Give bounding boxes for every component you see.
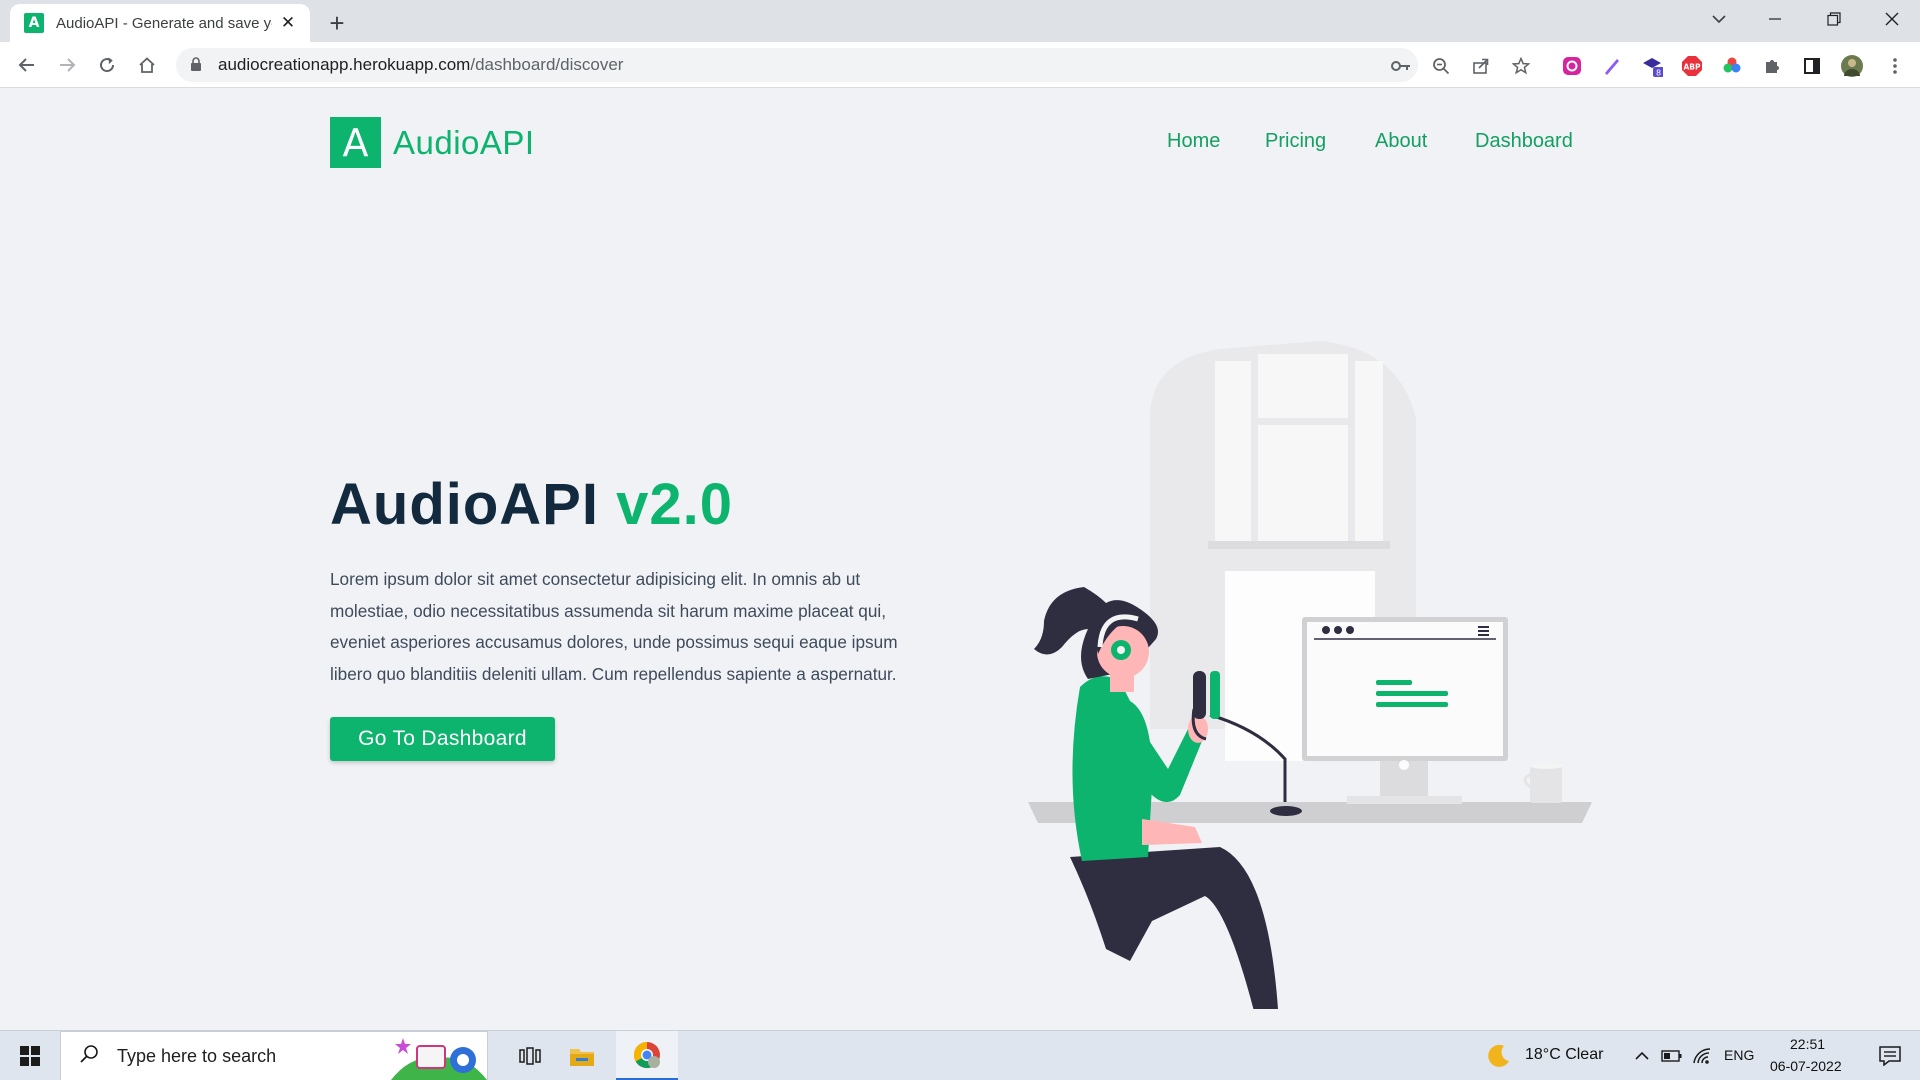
window-sill [1208, 541, 1390, 549]
hero-title-main: AudioAPI [330, 472, 617, 537]
cap-extension-icon[interactable]: 8 [1641, 55, 1663, 77]
tab-favicon: A [24, 13, 44, 33]
extension-badge-count: 8 [1656, 69, 1661, 78]
url-path: /dashboard/discover [470, 55, 624, 74]
close-tab-icon[interactable]: ✕ [278, 13, 298, 33]
browser-tab-strip: A AudioAPI - Generate and save yo ✕ + [0, 0, 1920, 42]
adblock-label: ABP [1683, 63, 1701, 72]
chrome-menu-icon[interactable] [1884, 55, 1906, 77]
window-pane-mid-lower [1258, 425, 1348, 541]
hero-title: AudioAPI v2.0 [330, 471, 733, 538]
instagram-extension-icon[interactable] [1561, 55, 1583, 77]
wifi-icon[interactable] [1690, 1031, 1714, 1080]
url-text[interactable]: audiocreationapp.herokuapp.com/dashboard… [218, 55, 623, 75]
minimize-icon[interactable] [1755, 0, 1795, 38]
new-tab-icon[interactable]: + [322, 8, 352, 38]
home-icon[interactable] [132, 50, 162, 80]
task-view-icon[interactable] [504, 1031, 556, 1080]
nav-home[interactable]: Home [1167, 130, 1220, 153]
legs [1070, 847, 1278, 1009]
go-to-dashboard-button[interactable]: Go To Dashboard [330, 717, 555, 761]
address-bar[interactable]: audiocreationapp.herokuapp.com/dashboard… [176, 48, 1530, 82]
adblock-extension-icon[interactable]: ABP [1681, 55, 1703, 77]
site-logo[interactable]: A AudioAPI [330, 117, 535, 168]
clock-time[interactable]: 22:51 [1790, 1036, 1825, 1052]
side-panel-icon[interactable] [1801, 55, 1823, 77]
hero-title-version: v2.0 [616, 472, 733, 537]
battery-icon[interactable] [1660, 1031, 1684, 1080]
nav-dashboard[interactable]: Dashboard [1475, 130, 1573, 153]
extensions-puzzle-icon[interactable] [1761, 55, 1783, 77]
clock-date[interactable]: 06-07-2022 [1770, 1058, 1842, 1074]
bookmark-star-icon[interactable] [1510, 55, 1532, 77]
language-indicator[interactable]: ENG [1724, 1047, 1754, 1063]
windows-start-icon[interactable] [0, 1031, 60, 1080]
forward-icon[interactable] [52, 50, 82, 80]
nav-about[interactable]: About [1375, 130, 1427, 153]
reload-icon[interactable] [92, 50, 122, 80]
nav-pricing[interactable]: Pricing [1265, 130, 1326, 153]
monitor-screen [1307, 622, 1503, 756]
file-explorer-icon[interactable] [556, 1031, 608, 1080]
window-pane-right [1355, 361, 1383, 541]
search-placeholder: Type here to search [117, 1045, 277, 1066]
window-pane-left [1215, 361, 1251, 541]
show-hidden-icons-icon[interactable] [1632, 1031, 1652, 1080]
browser-tab[interactable]: A AudioAPI - Generate and save yo ✕ [10, 4, 310, 42]
profile-avatar[interactable] [1841, 55, 1863, 77]
color-picker-extension-icon[interactable] [1721, 55, 1743, 77]
tab-title: AudioAPI - Generate and save yo [56, 14, 272, 32]
search-icon [79, 1044, 99, 1069]
notifications-icon[interactable] [1866, 1031, 1914, 1080]
logo-text: AudioAPI [393, 123, 535, 161]
lock-icon[interactable] [190, 57, 202, 77]
hero-description: Lorem ipsum dolor sit amet consectetur a… [330, 569, 898, 684]
podcast-illustration [1028, 341, 1592, 1009]
url-host: audiocreationapp.herokuapp.com [218, 55, 471, 74]
web-page: A AudioAPI Home Pricing About Dashboard … [0, 89, 1920, 1030]
chrome-taskbar-icon[interactable] [616, 1031, 678, 1080]
key-icon[interactable] [1390, 55, 1412, 77]
window-pane-mid [1258, 354, 1348, 418]
back-icon[interactable] [12, 50, 42, 80]
taskbar: Type here to search 18°C Clear ENG 22:51… [0, 1030, 1920, 1080]
browser-toolbar: audiocreationapp.herokuapp.com/dashboard… [0, 42, 1920, 88]
coffee-cup [1530, 766, 1562, 803]
logo-mark: A [330, 117, 381, 168]
weather-moon-icon[interactable] [1484, 1031, 1514, 1080]
weather-text[interactable]: 18°C Clear [1525, 1046, 1603, 1064]
monitor-base [1347, 796, 1462, 804]
share-icon[interactable] [1470, 55, 1492, 77]
zoom-out-icon[interactable] [1430, 55, 1452, 77]
search-highlight-icon [391, 1034, 487, 1080]
tab-search-icon[interactable] [1704, 0, 1734, 38]
taskbar-search-box[interactable]: Type here to search [60, 1031, 488, 1080]
close-window-icon[interactable] [1872, 0, 1912, 38]
restore-icon[interactable] [1814, 0, 1854, 38]
pen-extension-icon[interactable] [1601, 55, 1623, 77]
